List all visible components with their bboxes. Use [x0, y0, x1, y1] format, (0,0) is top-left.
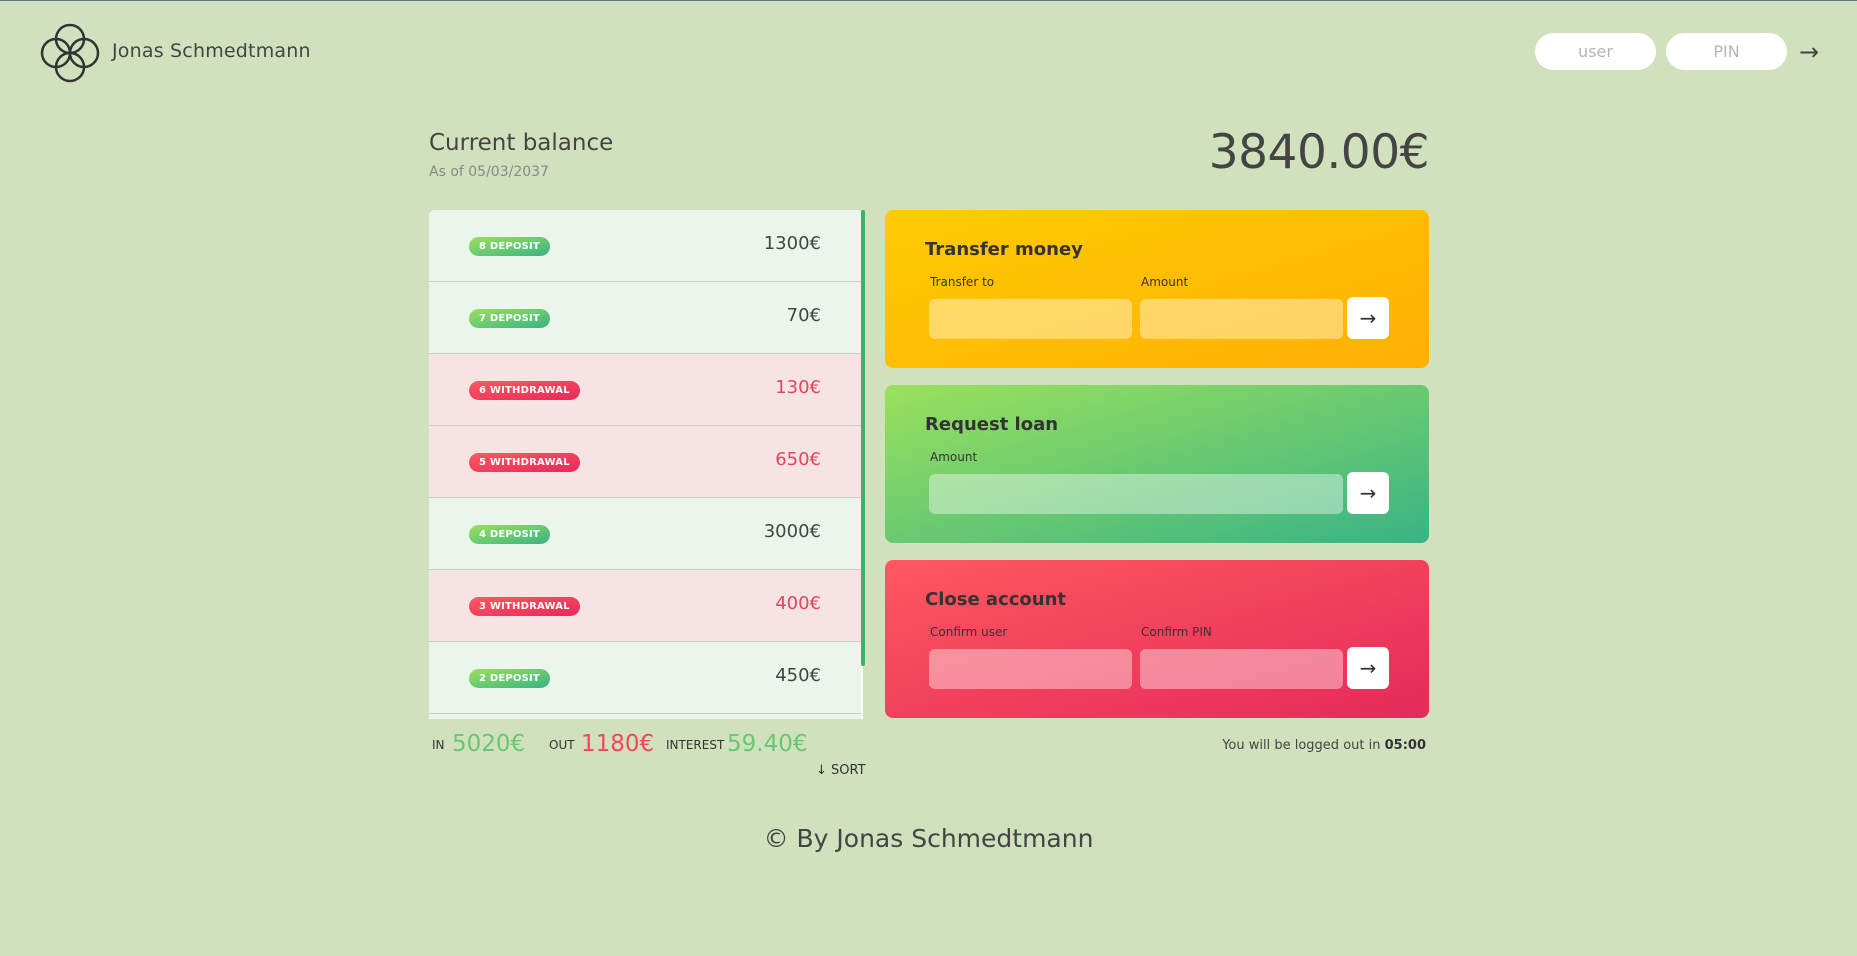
login-pin-input[interactable] [1666, 33, 1787, 70]
summary-interest-label: INTEREST [666, 738, 725, 752]
balance-label: Current balance [429, 130, 614, 156]
intertwined-circles-logo-icon [39, 22, 101, 84]
movement-row: 7 DEPOSIT 70€ [429, 282, 861, 354]
movement-type-badge: 2 DEPOSIT [469, 669, 550, 688]
movements-list[interactable]: 8 DEPOSIT 1300€ 7 DEPOSIT 70€ 6 WITHDRAWAL 13… [429, 210, 863, 719]
logout-timer-time: 05:00 [1384, 738, 1426, 753]
movement-row-partial [429, 714, 861, 719]
login-button[interactable]: → [1795, 34, 1823, 70]
movement-value: 1300€ [763, 233, 821, 254]
welcome-message: Jonas Schmedtmann [112, 40, 311, 62]
summary-interest-value: 59.40€ [727, 731, 808, 757]
movement-row: 8 DEPOSIT 1300€ [429, 210, 861, 282]
close-submit-button[interactable]: → [1347, 647, 1389, 689]
transfer-amount-input[interactable] [1140, 299, 1343, 339]
loan-amount-label: Amount [930, 450, 978, 464]
logout-timer-text: You will be logged out in [1222, 738, 1385, 753]
movement-value: 130€ [775, 377, 821, 398]
transfer-to-label: Transfer to [930, 275, 995, 289]
footer-copyright: © By Jonas Schmedtmann [763, 824, 1094, 853]
movement-value: 3000€ [763, 521, 821, 542]
balance-value: 3840.00€ [1208, 125, 1430, 180]
transfer-to-input[interactable] [929, 299, 1132, 339]
loan-panel: Request loan Amount → [885, 385, 1429, 543]
movement-row: 4 DEPOSIT 3000€ [429, 498, 861, 570]
movement-type-badge: 7 DEPOSIT [469, 309, 550, 328]
movement-type-badge: 6 WITHDRAWAL [469, 381, 580, 400]
summary-out-value: 1180€ [581, 731, 655, 757]
movement-row: 5 WITHDRAWAL 650€ [429, 426, 861, 498]
transfer-panel: Transfer money Transfer to Amount → [885, 210, 1429, 368]
movement-type-badge: 3 WITHDRAWAL [469, 597, 580, 616]
summary-in-label: IN [432, 738, 445, 752]
summary-in-value: 5020€ [452, 731, 526, 757]
transfer-amount-label: Amount [1141, 275, 1189, 289]
sort-button[interactable]: ↓ SORT [816, 763, 866, 778]
movement-value: 650€ [775, 449, 821, 470]
movement-value: 450€ [775, 665, 821, 686]
movements-scrollbar[interactable] [861, 210, 865, 666]
movement-row: 6 WITHDRAWAL 130€ [429, 354, 861, 426]
movement-value: 70€ [786, 305, 821, 326]
movement-row: 2 DEPOSIT 450€ [429, 642, 861, 714]
movement-type-badge: 8 DEPOSIT [469, 237, 550, 256]
summary-out-label: OUT [549, 738, 575, 752]
loan-title: Request loan [925, 414, 1059, 435]
top-nav: Jonas Schmedtmann → [0, 1, 1857, 105]
confirm-user-input[interactable] [929, 649, 1132, 689]
movement-type-badge: 4 DEPOSIT [469, 525, 550, 544]
loan-submit-button[interactable]: → [1347, 472, 1389, 514]
close-account-panel: Close account Confirm user Confirm PIN → [885, 560, 1429, 718]
close-title: Close account [925, 589, 1067, 610]
movement-row: 3 WITHDRAWAL 400€ [429, 570, 861, 642]
movement-type-badge: 5 WITHDRAWAL [469, 453, 580, 472]
movement-value: 400€ [775, 593, 821, 614]
confirm-pin-label: Confirm PIN [1141, 625, 1212, 639]
loan-amount-input[interactable] [929, 474, 1343, 514]
confirm-user-label: Confirm user [930, 625, 1008, 639]
logout-timer: You will be logged out in 05:00 [1222, 738, 1426, 753]
confirm-pin-input[interactable] [1140, 649, 1343, 689]
balance-date: As of 05/03/2037 [429, 164, 549, 180]
transfer-submit-button[interactable]: → [1347, 297, 1389, 339]
transfer-title: Transfer money [925, 239, 1083, 260]
login-user-input[interactable] [1535, 33, 1656, 70]
